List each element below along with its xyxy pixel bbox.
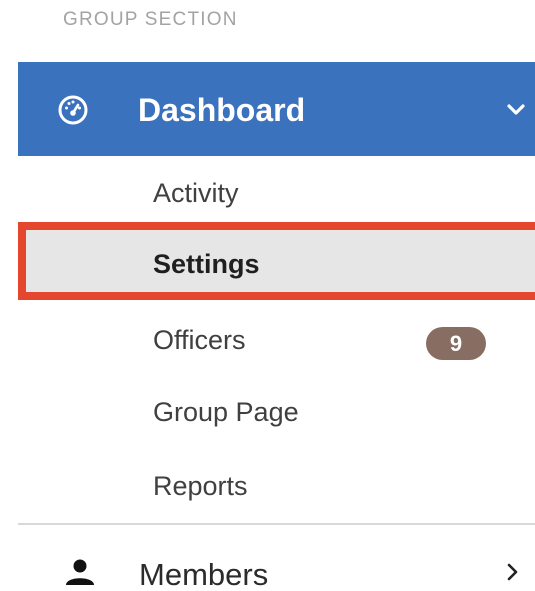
sidebar-item-dashboard[interactable]: Dashboard xyxy=(18,62,535,156)
sidebar-item-dashboard-label: Dashboard xyxy=(138,92,306,128)
sidebar-subitem-settings-label: Settings xyxy=(153,249,260,279)
sidebar-subitem-settings[interactable]: Settings xyxy=(18,222,535,300)
person-icon xyxy=(66,559,94,585)
sidebar-subitem-reports[interactable]: Reports xyxy=(153,471,248,502)
section-divider xyxy=(18,523,535,525)
sidebar-nav: GROUP SECTION Dashboard Activity Setting… xyxy=(0,0,535,591)
sidebar-subitem-officers[interactable]: Officers xyxy=(153,325,246,356)
sidebar-item-members[interactable]: Members xyxy=(139,557,268,591)
chevron-right-icon[interactable] xyxy=(507,563,519,581)
dashboard-gauge-icon xyxy=(58,95,88,125)
sidebar-subitem-activity[interactable]: Activity xyxy=(153,178,239,209)
sidebar-subitem-group-page[interactable]: Group Page xyxy=(153,397,299,428)
officers-count-badge: 9 xyxy=(426,327,486,360)
chevron-down-icon[interactable] xyxy=(507,104,525,116)
group-section-heading: GROUP SECTION xyxy=(63,9,238,30)
